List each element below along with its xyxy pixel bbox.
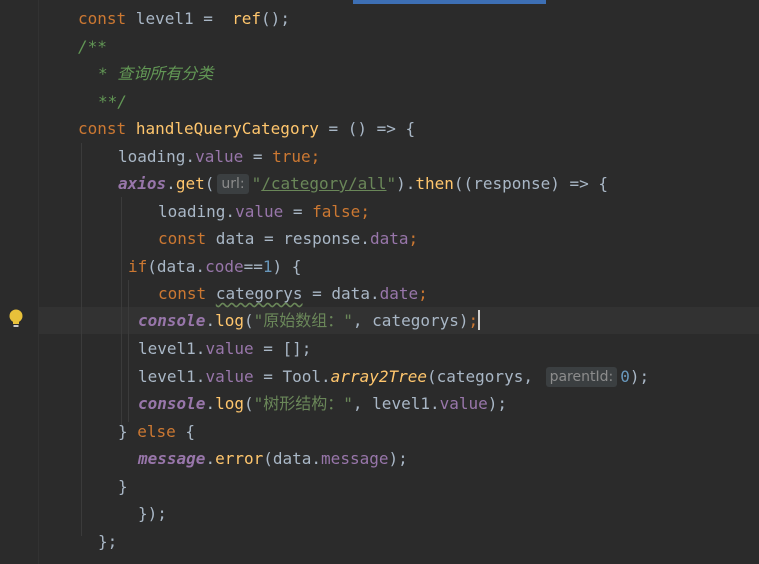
code-line-current: console.log("原始数组：", categorys); <box>138 310 481 330</box>
code-line: const level1 = ref(); <box>78 9 290 28</box>
editor-gutter <box>0 0 39 564</box>
code-line: message.error(data.message); <box>138 449 408 468</box>
lightbulb-icon[interactable] <box>8 308 24 330</box>
code-line: axios.get(url: "/category/all").then((res… <box>118 174 609 194</box>
code-line: console.log("树形结构：", level1.value); <box>138 394 508 413</box>
code-line: if(data.code==1) { <box>128 257 302 276</box>
scroll-indicator <box>353 0 546 4</box>
indent-guide <box>128 280 129 422</box>
parameter-hint: parentId: <box>545 367 618 387</box>
code-line: const handleQueryCategory = () => { <box>78 119 416 138</box>
code-line: const categorys = data.date; <box>158 284 428 303</box>
code-editor[interactable]: const level1 = ref(); /** * 查询所有分类 **/ c… <box>0 0 759 564</box>
indent-guide <box>81 143 82 536</box>
code-line: } <box>118 477 128 496</box>
code-line-comment: * 查询所有分类 <box>98 64 214 83</box>
code-line: const data = response.data; <box>158 229 419 248</box>
code-line: loading.value = false; <box>158 202 370 221</box>
parameter-hint: url: <box>217 174 249 194</box>
code-line: level1.value = []; <box>138 339 312 358</box>
code-line-comment: /** <box>78 37 107 56</box>
code-line: loading.value = true; <box>118 147 321 166</box>
code-line: level1.value = Tool.array2Tree(categorys… <box>138 367 650 387</box>
url-link[interactable]: /category/all <box>261 174 386 193</box>
code-line: }; <box>98 532 118 551</box>
code-line-comment: **/ <box>98 92 127 111</box>
text-cursor <box>478 310 481 330</box>
indent-guide <box>121 197 122 430</box>
code-line: }); <box>138 504 167 523</box>
code-line: } else { <box>118 422 196 441</box>
